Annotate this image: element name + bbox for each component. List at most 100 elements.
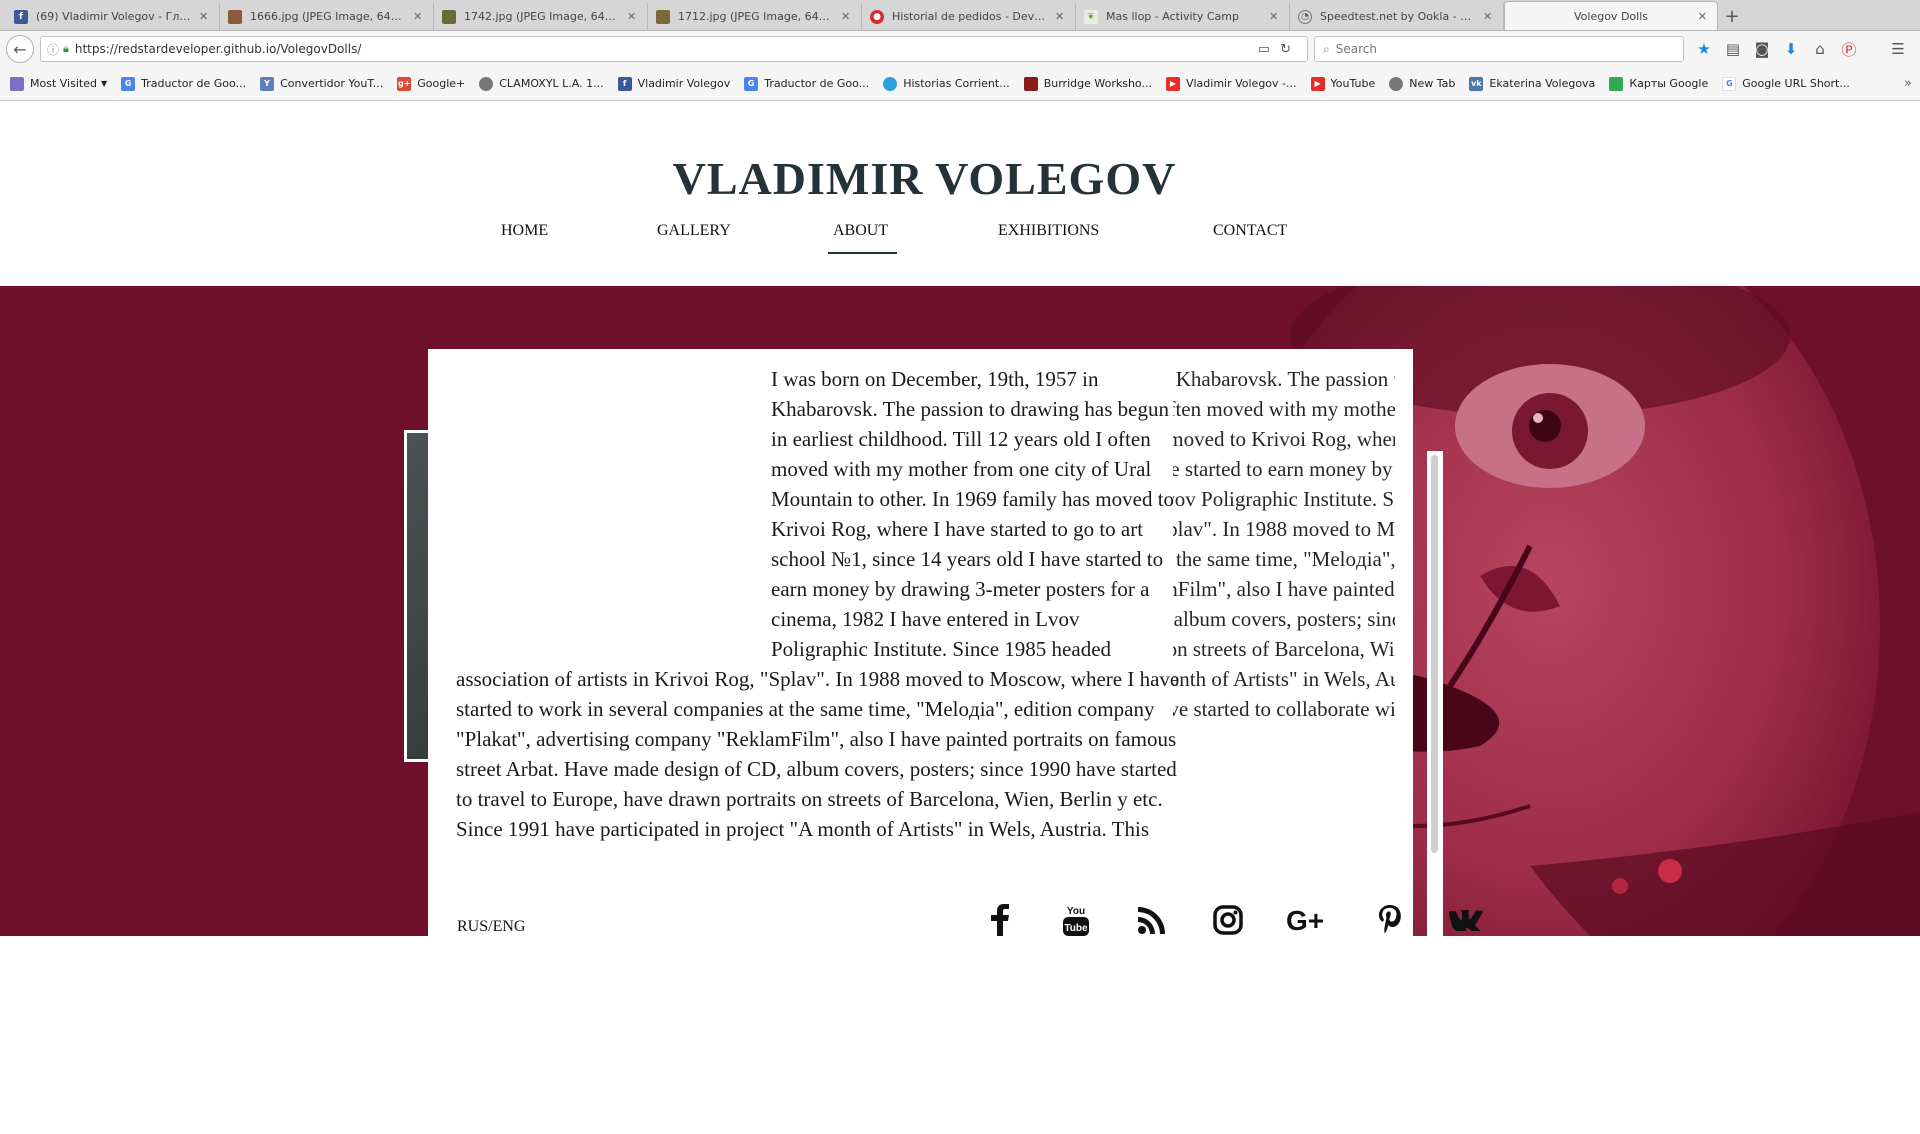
bio-scrollbar-thumb[interactable] — [1431, 455, 1438, 853]
bookmarks-library-icon[interactable]: ▤ — [1725, 40, 1741, 58]
pinterest-icon[interactable] — [1370, 900, 1410, 940]
folder-icon — [10, 76, 24, 91]
google-plus-icon: g+ — [397, 76, 412, 91]
pocket-icon[interactable]: ◙ — [1754, 40, 1770, 58]
instagram-icon[interactable] — [1208, 900, 1248, 940]
close-icon[interactable]: ✕ — [1698, 10, 1707, 23]
url-text[interactable]: https://redstardeveloper.github.io/Voleg… — [75, 42, 1258, 56]
nav-gallery[interactable]: GALLERY — [657, 222, 731, 240]
browser-tab-active[interactable]: Volegov Dolls ✕ — [1504, 1, 1718, 30]
youtube-icon: ▶ — [1165, 76, 1180, 91]
site-title[interactable]: VLADIMIR VOLEGOV — [0, 152, 1849, 205]
nav-about[interactable]: ABOUT — [833, 222, 888, 240]
bio-text-duplicate-inner: I was born on December, 19th, 1957 in Kh… — [1173, 364, 1395, 724]
bookmark-label: Most Visited — [30, 77, 97, 90]
bookmark-item[interactable]: f Vladimir Volegov — [617, 76, 730, 91]
browser-tab[interactable]: 1712.jpg (JPEG Image, 640 ×... ✕ — [648, 3, 862, 30]
bookmark-label: CLAMOXYL L.A. 1... — [499, 77, 604, 90]
google-icon: G — [1722, 76, 1737, 91]
close-icon[interactable]: ✕ — [413, 10, 425, 23]
bookmark-star-icon[interactable]: ★ — [1696, 40, 1712, 58]
close-icon[interactable]: ✕ — [1269, 10, 1281, 23]
download-icon[interactable]: ⬇ — [1783, 40, 1799, 58]
close-icon[interactable]: ✕ — [627, 10, 639, 23]
bookmark-item[interactable]: ▶ Vladimir Volegov -... — [1165, 76, 1297, 91]
close-icon[interactable]: ✕ — [1055, 10, 1067, 23]
facebook-icon: f — [617, 76, 632, 91]
search-input[interactable]: ⌕ Search — [1314, 36, 1684, 62]
page-content: VLADIMIR VOLEGOV HOME GALLERY ABOUT EXHI… — [0, 102, 1920, 1134]
browser-tab[interactable]: 1666.jpg (JPEG Image, 640 ×... ✕ — [220, 3, 434, 30]
language-switch[interactable]: RUS/ENG — [457, 918, 525, 936]
globe-icon — [479, 76, 494, 91]
active-nav-underline — [828, 252, 897, 254]
browser-tab[interactable]: ● Historial de pedidos - Devora... ✕ — [862, 3, 1076, 30]
bio-text-overflow-duplicate: I was born on December, 19th, 1957 in Kh… — [1173, 364, 1395, 844]
browser-tab[interactable]: ◔ Speedtest.net by Ookla - Глоб... ✕ — [1290, 3, 1504, 30]
bookmark-item[interactable]: Y Convertidor YouT... — [260, 76, 384, 91]
tab-title: Volegov Dolls — [1574, 9, 1648, 23]
browser-tab-bar: f (69) Vladimir Volegov - Главн... ✕ 166… — [0, 0, 1920, 31]
reader-view-icon[interactable]: ▭ — [1258, 42, 1280, 57]
tab-title: 1712.jpg (JPEG Image, 640 ×... — [678, 10, 835, 23]
bookmark-label: Traductor de Goo... — [764, 77, 870, 90]
tab-title: 1666.jpg (JPEG Image, 640 ×... — [250, 10, 407, 23]
pinterest-icon[interactable]: Ⓟ — [1841, 39, 1857, 60]
tab-title: 1742.jpg (JPEG Image, 640 ×... — [464, 10, 621, 23]
search-placeholder: Search — [1335, 42, 1377, 56]
bookmark-item[interactable]: ▶ YouTube — [1310, 76, 1375, 91]
vk-icon[interactable] — [1446, 900, 1486, 940]
bookmark-label: Google+ — [417, 77, 466, 90]
bookmark-label: Ekaterina Volegova — [1489, 77, 1596, 90]
nav-contact[interactable]: CONTACT — [1213, 222, 1287, 240]
bookmark-item[interactable]: CLAMOXYL L.A. 1... — [479, 76, 604, 91]
close-icon[interactable]: ✕ — [841, 10, 853, 23]
address-bar[interactable]: ⓘ 🔒︎ https://redstardeveloper.github.io/… — [40, 36, 1308, 62]
bio-card[interactable]: I was born on December, 19th, 1957 in Kh… — [428, 349, 1413, 941]
browser-tab[interactable]: ❦ Mas llop - Activity Camp ✕ — [1076, 3, 1290, 30]
browser-nav-bar: ← ⓘ 🔒︎ https://redstardeveloper.github.i… — [0, 31, 1920, 67]
bookmark-item[interactable]: vk Ekaterina Volegova — [1469, 76, 1596, 91]
browser-tab[interactable]: f (69) Vladimir Volegov - Главн... ✕ — [6, 3, 220, 30]
bookmark-item[interactable]: New Tab — [1389, 76, 1455, 91]
portrait-float-spacer — [456, 364, 771, 664]
facebook-icon[interactable] — [980, 900, 1020, 940]
bookmark-label: Google URL Short... — [1742, 77, 1850, 90]
bookmark-item[interactable]: G Traductor de Goo... — [121, 76, 246, 91]
back-button[interactable]: ← — [6, 35, 34, 63]
home-icon[interactable]: ⌂ — [1812, 40, 1828, 58]
bookmark-item[interactable]: Historias Corrient... — [883, 76, 1010, 91]
reload-icon[interactable]: ↻ — [1280, 42, 1301, 57]
translate-icon: G — [121, 76, 136, 91]
lock-icon: 🔒︎ — [63, 42, 69, 55]
bookmark-item[interactable]: Карты Google — [1609, 76, 1708, 91]
close-icon[interactable]: ✕ — [1483, 10, 1495, 23]
menu-icon[interactable]: ☰ — [1890, 40, 1906, 58]
bookmark-item[interactable]: G Traductor de Goo... — [744, 76, 870, 91]
close-icon[interactable]: ✕ — [199, 10, 211, 23]
nav-exhibitions[interactable]: EXHIBITIONS — [998, 222, 1099, 240]
browser-tab[interactable]: 1742.jpg (JPEG Image, 640 ×... ✕ — [434, 3, 648, 30]
main-nav: HOME GALLERY ABOUT EXHIBITIONS CONTACT — [0, 222, 1920, 252]
bookmark-item[interactable]: G Google URL Short... — [1722, 76, 1850, 91]
bookmark-label: Convertidor YouT... — [280, 77, 384, 90]
rss-icon[interactable] — [1132, 900, 1172, 940]
bookmarks-bar: Most Visited ▼ G Traductor de Goo... Y C… — [0, 67, 1920, 101]
new-tab-button[interactable]: + — [1718, 3, 1746, 30]
nav-home[interactable]: HOME — [501, 222, 548, 240]
vk-icon: vk — [1469, 76, 1484, 91]
converter-icon: Y — [260, 76, 275, 91]
chevron-double-right-icon[interactable]: » — [1904, 76, 1912, 91]
bio-scrollbar[interactable] — [1427, 451, 1443, 936]
bookmark-item[interactable]: g+ Google+ — [397, 76, 466, 91]
bio-text-duplicate: I was born on December, 19th, 1957 in Kh… — [1173, 367, 1395, 721]
image-thumb-icon — [228, 9, 242, 24]
bookmark-item[interactable]: Burridge Worksho... — [1023, 76, 1152, 91]
youtube-icon[interactable]: You Tube — [1056, 900, 1096, 940]
info-icon[interactable]: ⓘ — [47, 41, 59, 58]
chevron-down-icon: ▼ — [100, 79, 108, 88]
tab-title: Speedtest.net by Ookla - Глоб... — [1320, 10, 1477, 23]
google-plus-icon[interactable]: G+ — [1284, 900, 1334, 940]
arrow-left-icon: ← — [13, 39, 27, 59]
bookmark-item[interactable]: Most Visited ▼ — [10, 76, 108, 91]
